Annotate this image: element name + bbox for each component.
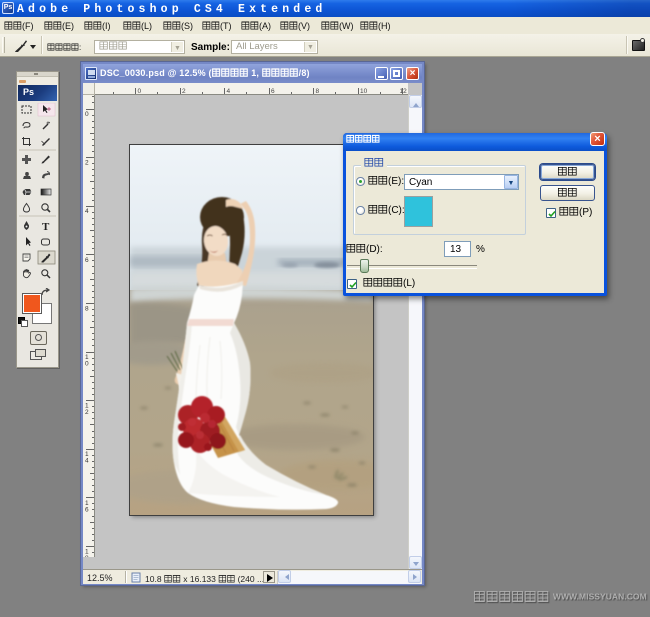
svg-text:T: T (42, 221, 50, 233)
svg-text:6: 6 (85, 257, 89, 264)
svg-text:0: 0 (85, 361, 89, 368)
svg-text:6: 6 (85, 506, 89, 513)
svg-text:4: 4 (227, 88, 231, 95)
svg-text:0: 0 (138, 88, 142, 95)
svg-text:6: 6 (271, 88, 275, 95)
svg-text:12: 12 (400, 88, 408, 95)
svg-text:4: 4 (85, 208, 89, 215)
svg-text:10: 10 (360, 88, 368, 95)
svg-text:4: 4 (85, 458, 89, 465)
svg-text:0: 0 (85, 111, 89, 118)
svg-text:8: 8 (85, 555, 89, 557)
svg-text:8: 8 (316, 88, 320, 95)
svg-text:8: 8 (85, 305, 89, 312)
svg-text:2: 2 (85, 409, 89, 416)
svg-text:2: 2 (85, 160, 89, 167)
svg-text:2: 2 (182, 88, 186, 95)
